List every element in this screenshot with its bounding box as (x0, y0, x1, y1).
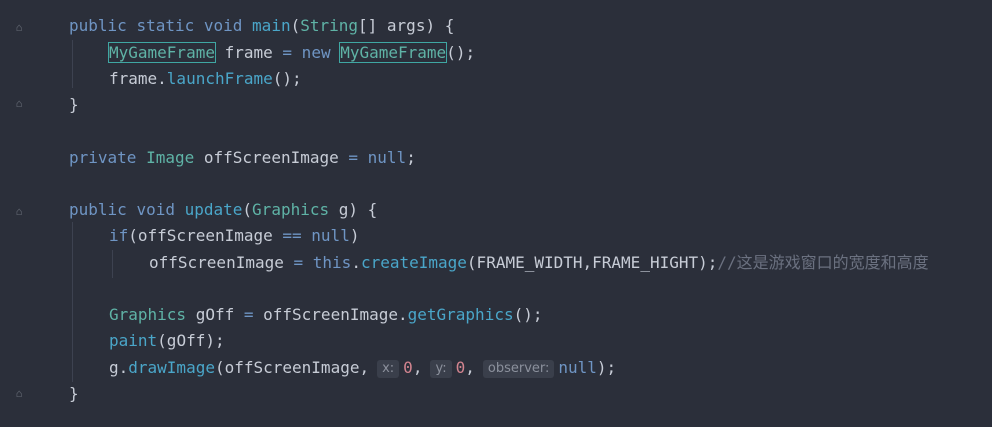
code-line[interactable]: if(offScreenImage == null) (109, 223, 359, 249)
indent-guide (72, 40, 73, 88)
code-line[interactable]: private Image offScreenImage = null; (69, 145, 416, 171)
parameter-hint-observer: observer: (482, 360, 555, 378)
indent-guide (112, 250, 113, 278)
code-comment: //这是游戏窗口的宽度和高度 (717, 253, 929, 272)
code-line[interactable]: } (69, 92, 79, 118)
code-editor[interactable]: public static void main(String[] args) {… (0, 0, 992, 427)
parameter-hint-y: y: (430, 360, 452, 378)
code-line[interactable]: } (69, 381, 79, 407)
code-line[interactable]: MyGameFrame frame = new MyGameFrame(); (108, 40, 475, 66)
code-line[interactable]: public void update(Graphics g) { (69, 197, 377, 223)
code-line[interactable]: paint(gOff); (109, 328, 225, 354)
code-line[interactable]: Graphics gOff = offScreenImage.getGraphi… (109, 302, 543, 328)
highlighted-usage: MyGameFrame (108, 42, 216, 63)
parameter-hint-x: x: (377, 360, 400, 378)
highlighted-usage: MyGameFrame (339, 42, 448, 63)
code-line[interactable]: frame.launchFrame(); (109, 66, 302, 92)
code-line[interactable]: g.drawImage(offScreenImage, x: 0, y: 0, obser… (109, 355, 616, 381)
indent-guide (72, 222, 73, 382)
code-line[interactable]: public static void main(String[] args) { (69, 13, 454, 39)
code-line[interactable]: offScreenImage = this.createImage(FRAME_… (149, 250, 929, 276)
